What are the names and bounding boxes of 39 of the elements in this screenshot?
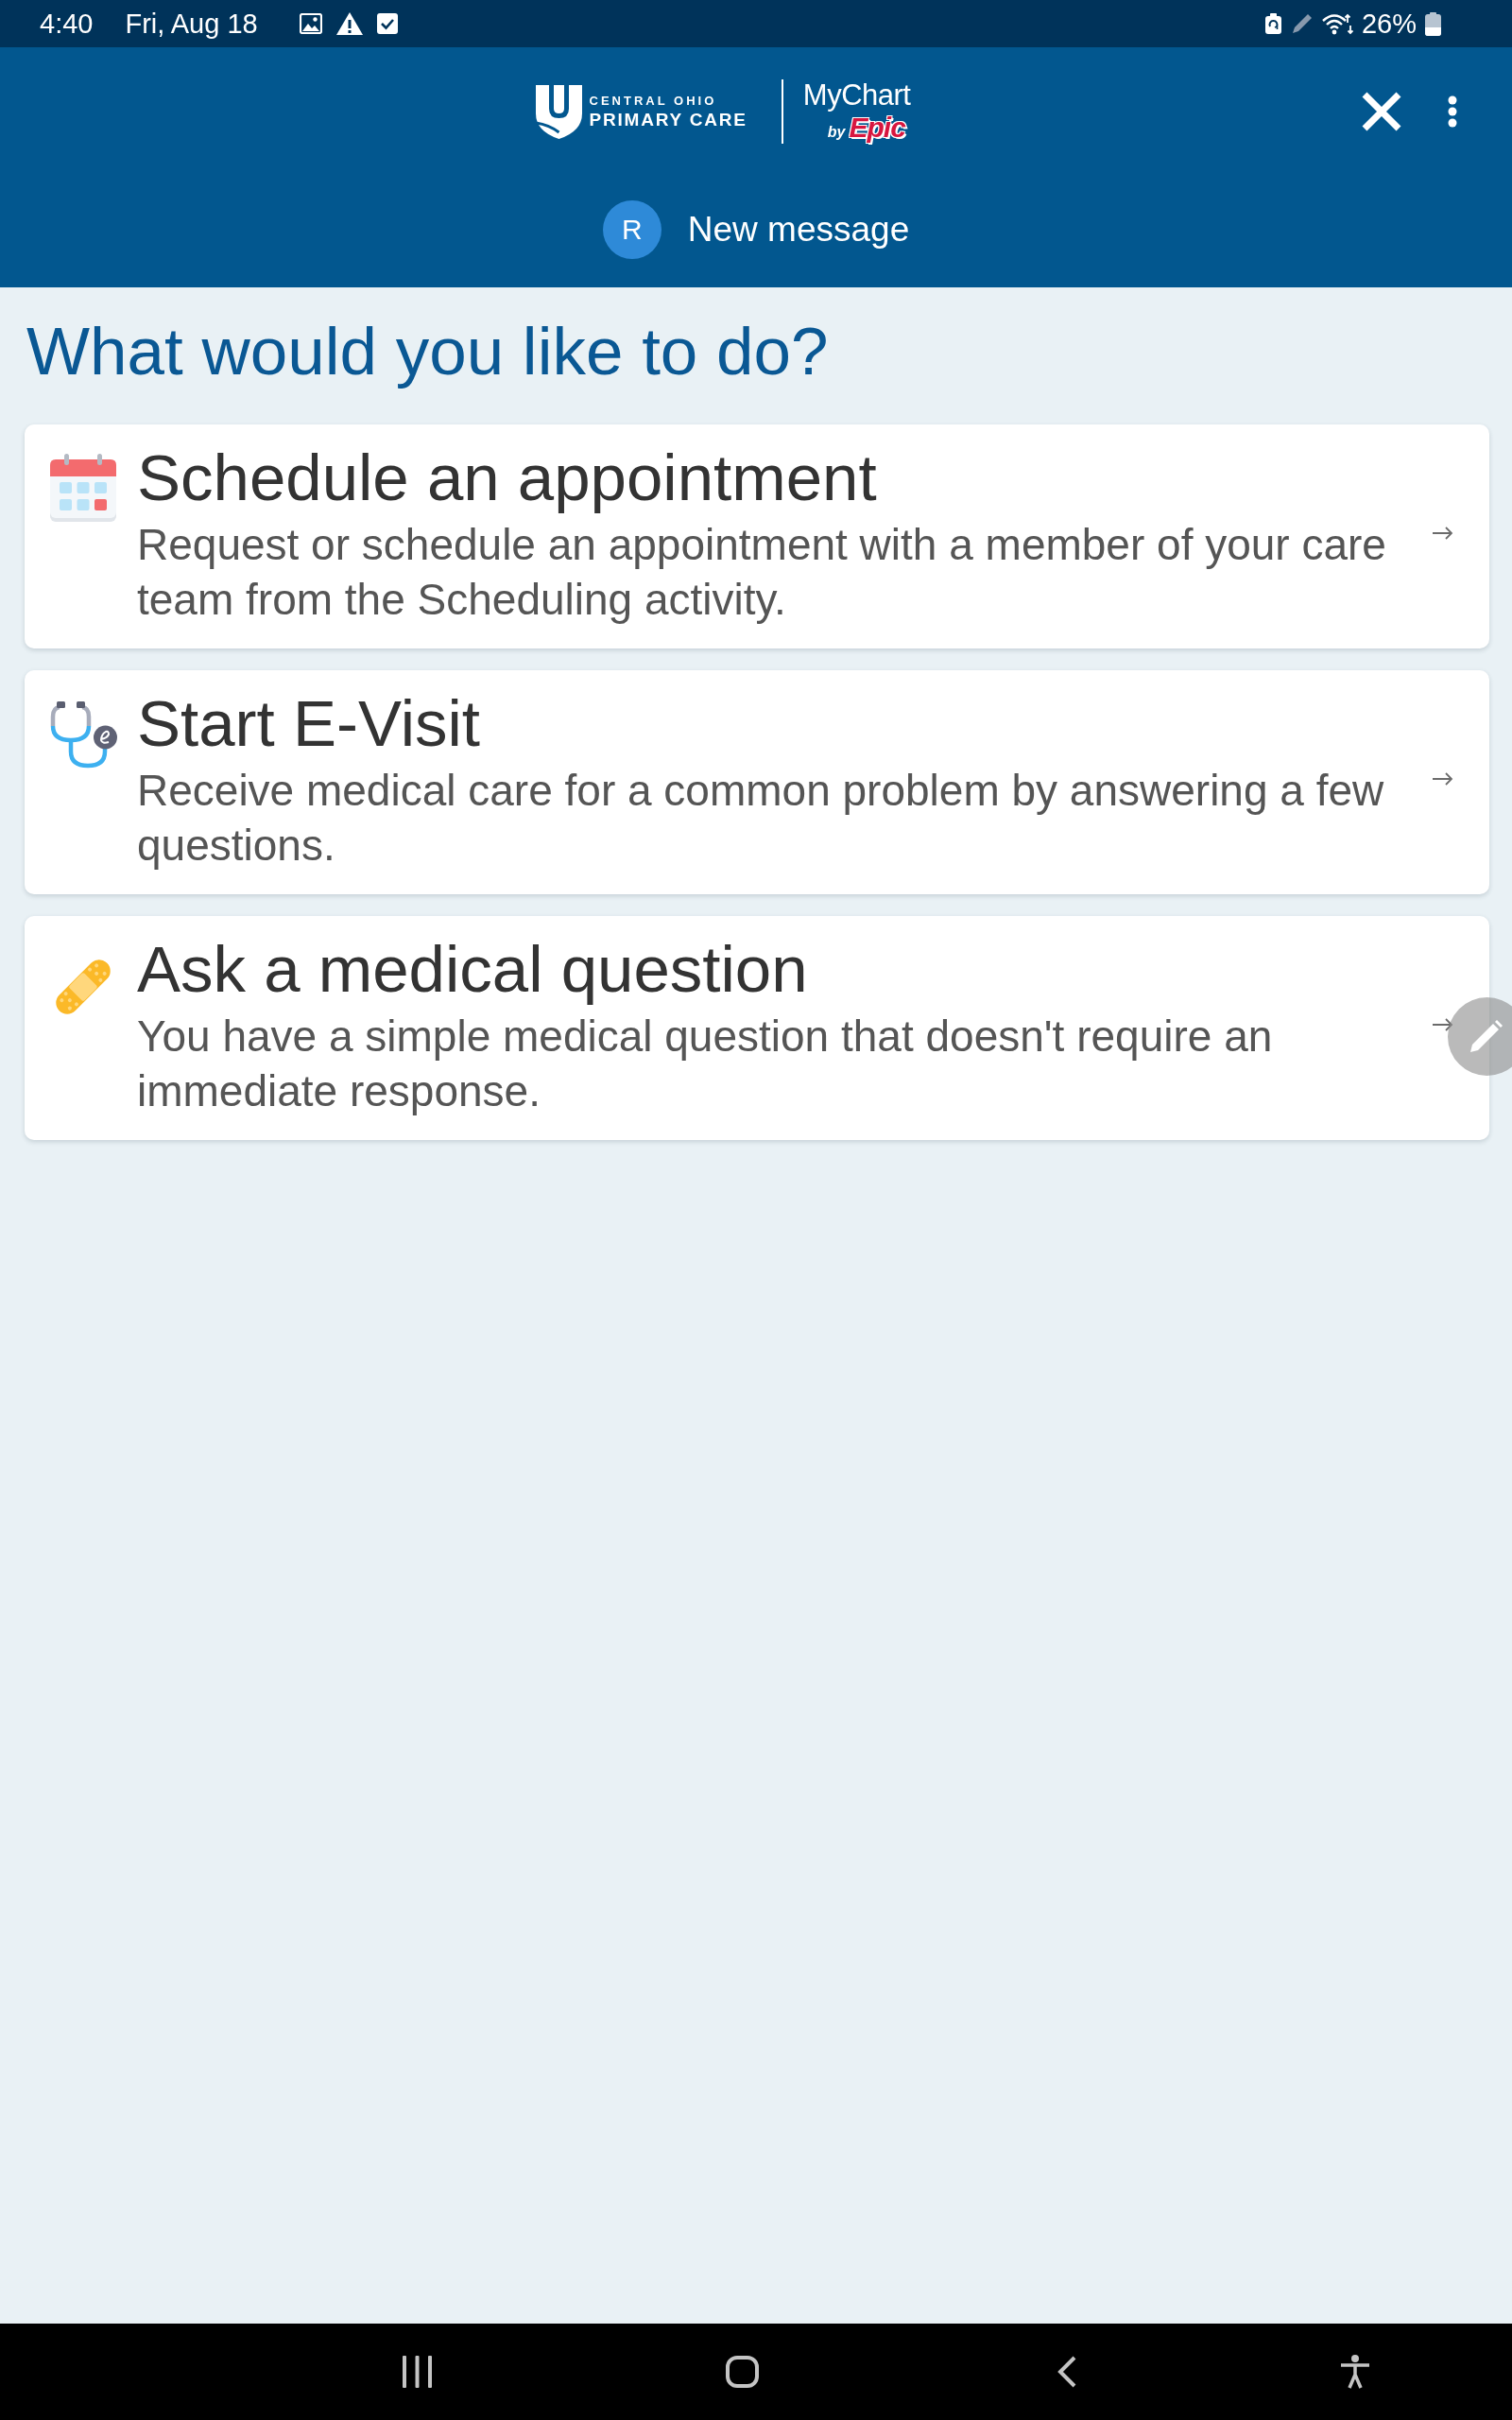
logo-app-name: MyChart bbox=[802, 80, 911, 111]
option-title: Ask a medical question bbox=[137, 932, 808, 1008]
status-time: 4:40 bbox=[40, 9, 94, 38]
calendar-icon bbox=[49, 454, 117, 522]
pencil-icon bbox=[1469, 1019, 1503, 1054]
option-description: You have a simple medical question that doesn't require an immediate response. bbox=[137, 1011, 1274, 1117]
option-card[interactable]: Start E-Visit Receive medical care for a common problem by answering a few questions. bbox=[25, 670, 1489, 894]
option-title: Schedule an appointment bbox=[137, 441, 877, 516]
option-card[interactable]: Ask a medical question You have a simple medical question that doesn't require an immediate response. bbox=[25, 916, 1489, 1140]
close-icon[interactable] bbox=[1362, 92, 1401, 131]
checkbox-icon bbox=[376, 13, 398, 34]
page-heading: What would you like to do? bbox=[26, 313, 829, 390]
shield-icon bbox=[535, 84, 582, 139]
avatar: R bbox=[602, 200, 662, 259]
option-card[interactable]: Schedule an appointment Request or schedule an appointment with a member of your care team from the Scheduling activity. bbox=[25, 424, 1489, 648]
option-description: Request or schedule an appointment with a member of your care team from the Scheduling activity. bbox=[137, 519, 1387, 626]
home-icon[interactable] bbox=[726, 2356, 759, 2388]
option-title: Start E-Visit bbox=[137, 686, 480, 762]
battery-icon bbox=[1425, 11, 1441, 36]
logo-by-text: by bbox=[827, 125, 846, 141]
back-icon[interactable] bbox=[1057, 2356, 1077, 2388]
logo-vendor-name: Epic bbox=[849, 112, 905, 143]
battery-percent: 26% bbox=[1361, 9, 1417, 38]
arrow-right-icon bbox=[1433, 527, 1453, 540]
header-title: New message bbox=[687, 208, 910, 251]
stethoscope-icon bbox=[49, 700, 117, 769]
logo-org-line: CENTRAL OHIO bbox=[589, 95, 718, 107]
arrow-right-icon bbox=[1433, 772, 1453, 786]
accessibility-icon[interactable] bbox=[1340, 2355, 1370, 2389]
wifi-icon bbox=[1321, 11, 1353, 36]
logo-org-name: PRIMARY CARE bbox=[589, 111, 747, 129]
status-date: Fri, Aug 18 bbox=[125, 9, 258, 38]
recent-apps-icon[interactable] bbox=[402, 2356, 433, 2388]
arrow-right-icon bbox=[1433, 1018, 1453, 1031]
more-icon[interactable] bbox=[1448, 95, 1457, 128]
option-description: Receive medical care for a common problem by answering a few questions. bbox=[137, 765, 1385, 872]
recycle-icon bbox=[1264, 13, 1281, 34]
image-icon bbox=[299, 13, 322, 34]
warning-icon bbox=[335, 12, 363, 35]
